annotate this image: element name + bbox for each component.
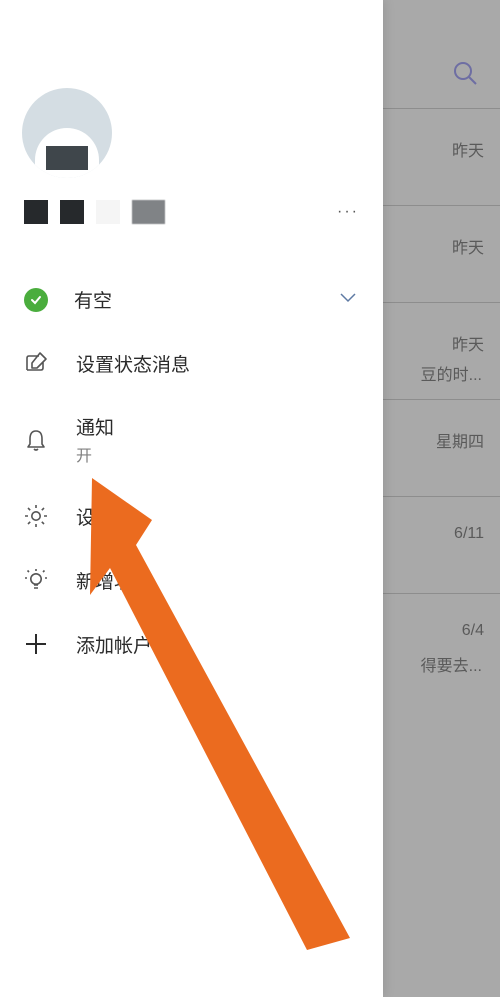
compose-icon bbox=[22, 349, 50, 377]
chat-item: 昨天 豆的时... bbox=[383, 302, 500, 399]
chat-preview: 豆的时... bbox=[421, 361, 482, 385]
user-name bbox=[24, 200, 165, 224]
bell-icon bbox=[22, 426, 50, 454]
more-icon[interactable]: ··· bbox=[337, 203, 359, 221]
chat-time: 星期四 bbox=[436, 428, 484, 452]
notifications-state: 开 bbox=[76, 442, 114, 466]
chat-item: 星期四 bbox=[383, 399, 500, 496]
settings-label: 设置 bbox=[76, 503, 114, 530]
plus-icon bbox=[22, 630, 50, 658]
chat-item: 6/4 得要去... bbox=[383, 593, 500, 690]
notifications-row[interactable]: 通知 开 bbox=[0, 395, 383, 484]
side-drawer: ··· 有空 设置状态消息 bbox=[0, 0, 383, 997]
status-label: 有空 bbox=[74, 286, 112, 313]
set-status-message[interactable]: 设置状态消息 bbox=[0, 331, 383, 395]
gear-icon bbox=[22, 502, 50, 530]
chat-time: 6/11 bbox=[454, 525, 484, 543]
notifications-label: 通知 bbox=[76, 413, 114, 440]
chat-time: 昨天 bbox=[452, 137, 484, 161]
lightbulb-icon bbox=[22, 566, 50, 594]
chevron-down-icon bbox=[337, 286, 359, 313]
chat-item: 昨天 bbox=[383, 108, 500, 205]
add-account-label: 添加帐户 bbox=[76, 631, 152, 658]
status-available-icon bbox=[24, 288, 48, 312]
chat-time: 昨天 bbox=[452, 234, 484, 258]
chat-preview: 得要去... bbox=[421, 652, 482, 676]
profile-section: ··· bbox=[0, 0, 383, 234]
drawer-scrim[interactable]: 昨天 昨天 昨天 豆的时... 星期四 6/11 6/4 得要去... bbox=[383, 0, 500, 997]
whats-new-label: 新增功能 bbox=[76, 567, 152, 594]
search-icon bbox=[450, 58, 480, 93]
chat-time: 6/4 bbox=[462, 622, 484, 640]
menu: 有空 设置状态消息 通知 开 bbox=[0, 268, 383, 676]
status-message-label: 设置状态消息 bbox=[76, 350, 190, 377]
settings-row[interactable]: 设置 bbox=[0, 484, 383, 548]
add-account-row[interactable]: 添加帐户 bbox=[0, 612, 383, 676]
background-chat-list: 昨天 昨天 昨天 豆的时... 星期四 6/11 6/4 得要去... bbox=[383, 108, 500, 690]
whats-new-row[interactable]: 新增功能 bbox=[0, 548, 383, 612]
avatar[interactable] bbox=[22, 88, 112, 178]
chat-item: 6/11 bbox=[383, 496, 500, 593]
chat-time: 昨天 bbox=[452, 331, 484, 355]
chat-item: 昨天 bbox=[383, 205, 500, 302]
status-row[interactable]: 有空 bbox=[0, 268, 383, 331]
